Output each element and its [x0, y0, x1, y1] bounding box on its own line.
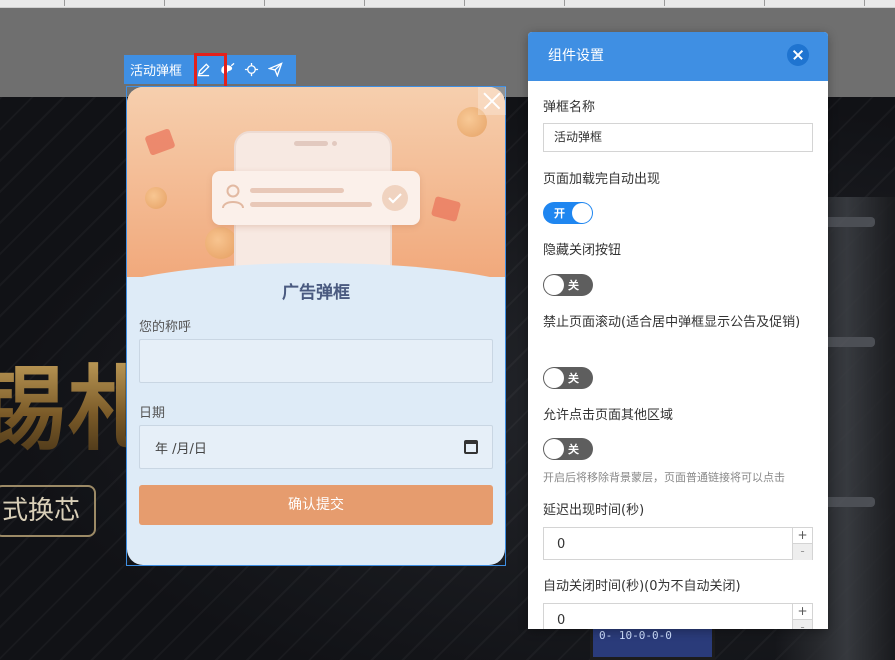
decrement-button[interactable]: -: [792, 544, 812, 560]
ruler-tick: [264, 0, 265, 6]
top-ruler: [0, 0, 895, 8]
toggle-state-text: 关: [568, 443, 579, 456]
red-envelope-icon: [430, 195, 462, 223]
ruler-tick: [664, 0, 665, 6]
decrement-button[interactable]: -: [792, 620, 812, 629]
component-settings-panel: 组件设置 弹框名称 活动弹框 页面加载完自动出现 开 隐藏关闭按钮 关 禁止页面…: [528, 32, 828, 629]
submit-button[interactable]: 确认提交: [139, 485, 493, 525]
allow-click-hint: 开启后将移除背景蒙层，页面普通链接将可以点击: [543, 471, 785, 484]
calendar-icon[interactable]: [464, 440, 478, 454]
name-field-label: 您的称呼: [139, 320, 192, 335]
style-icon[interactable]: [215, 55, 239, 84]
ruler-tick: [864, 0, 865, 6]
delay-stepper[interactable]: 0 + -: [543, 527, 813, 560]
toggle-state-text: 关: [568, 372, 579, 385]
increment-button[interactable]: +: [792, 528, 812, 544]
ruler-tick: [464, 0, 465, 6]
popup-name-label: 弹框名称: [543, 100, 596, 115]
allow-click-label: 允许点击页面其他区域: [543, 408, 674, 423]
move-icon[interactable]: [239, 55, 263, 84]
hero-tag-text: 式换芯: [0, 485, 96, 537]
panel-close-icon[interactable]: [787, 44, 809, 66]
send-icon[interactable]: [263, 55, 287, 84]
popup-close-icon[interactable]: [478, 87, 506, 115]
ruler-tick: [64, 0, 65, 6]
user-icon: [222, 184, 244, 209]
disable-scroll-label: 禁止页面滚动(适合居中弹框显示公告及促销): [543, 315, 801, 330]
coin-icon: [205, 227, 237, 259]
toggle-knob: [544, 275, 564, 295]
check-icon: [382, 185, 408, 211]
auto-close-stepper[interactable]: 0 + -: [543, 603, 813, 629]
delay-value: 0: [557, 537, 566, 552]
component-toolbar: 活动弹框: [124, 55, 296, 84]
panel-title: 组件设置: [528, 32, 828, 81]
edit-icon[interactable]: [191, 55, 215, 84]
ruler-tick: [364, 0, 365, 6]
toggle-state-text: 开: [554, 207, 565, 220]
ruler-tick: [564, 0, 565, 6]
ruler-tick: [764, 0, 765, 6]
popup-title: 广告弹框: [282, 283, 350, 303]
ruler-tick: [164, 0, 165, 6]
popup-name-input[interactable]: 活动弹框: [543, 123, 813, 152]
toggle-state-text: 关: [568, 279, 579, 292]
allow-click-toggle[interactable]: 关: [543, 438, 593, 460]
auto-close-value: 0: [557, 613, 566, 628]
date-field-label: 日期: [139, 406, 166, 421]
red-envelope-icon: [144, 128, 176, 156]
hide-close-label: 隐藏关闭按钮: [543, 243, 622, 258]
delay-label: 延迟出现时间(秒): [543, 503, 645, 518]
name-input[interactable]: [139, 339, 493, 383]
increment-button[interactable]: +: [792, 604, 812, 620]
auto-show-toggle[interactable]: 开: [543, 202, 593, 224]
hide-close-toggle[interactable]: 关: [543, 274, 593, 296]
auto-close-label: 自动关闭时间(秒)(0为不自动关闭): [543, 579, 741, 594]
ad-popup[interactable]: 广告弹框 您的称呼 日期 年 /月/日 确认提交: [127, 87, 505, 565]
component-name-label: 活动弹框: [130, 64, 183, 79]
popup-banner-illustration: [127, 87, 505, 383]
toggle-knob: [572, 203, 592, 223]
date-input[interactable]: 年 /月/日: [139, 425, 493, 469]
toggle-knob: [544, 439, 564, 459]
coin-icon: [145, 187, 167, 209]
disable-scroll-toggle[interactable]: 关: [543, 367, 593, 389]
auto-show-label: 页面加载完自动出现: [543, 172, 661, 187]
toggle-knob: [544, 368, 564, 388]
date-placeholder: 年 /月/日: [155, 441, 207, 457]
user-card-illustration: [212, 171, 420, 225]
